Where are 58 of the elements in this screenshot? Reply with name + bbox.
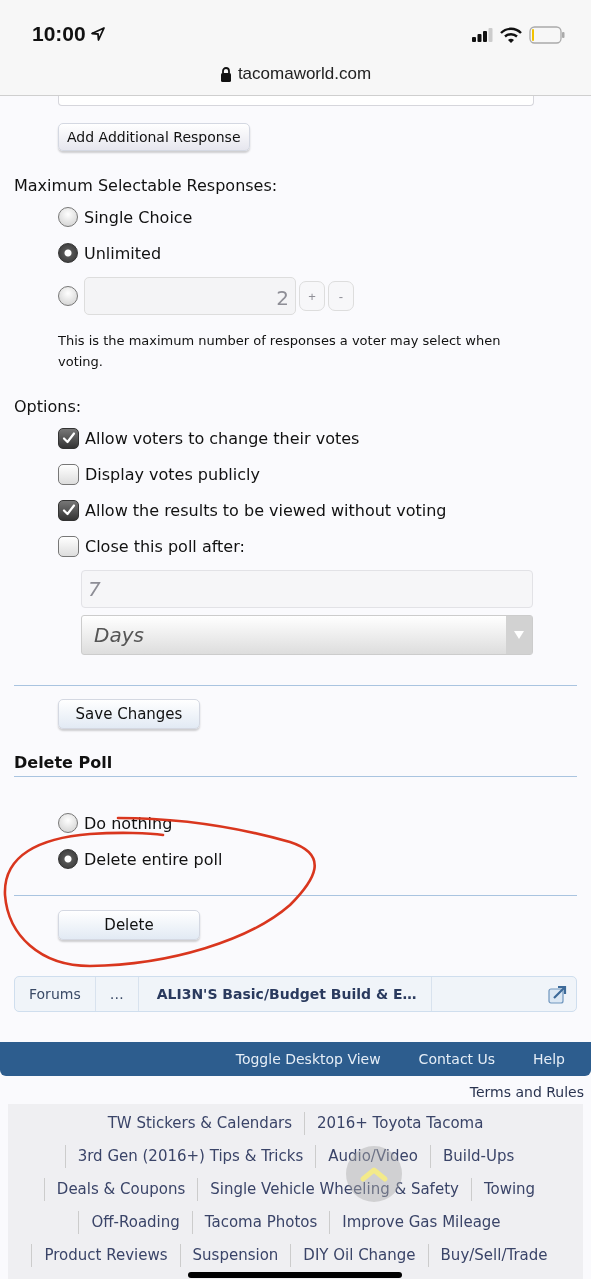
url-text[interactable]: tacomaworld.com	[237, 63, 372, 84]
radio-button[interactable]	[58, 849, 78, 869]
signal-icon	[471, 28, 493, 42]
footer-link[interactable]: DIY Oil Change	[290, 1244, 428, 1267]
footer-link[interactable]: Deals & Coupons	[43, 1178, 198, 1201]
clock-time: 10:00	[32, 22, 86, 46]
footer-link[interactable]: 3rd Gen (2016+) Tips & Tricks	[64, 1145, 316, 1168]
response-field[interactable]	[58, 96, 534, 106]
footer-link[interactable]: Build-Ups	[429, 1145, 527, 1168]
section-label: Options:	[14, 397, 82, 416]
checkbox[interactable]	[58, 535, 79, 557]
footer-link[interactable]: Toggle Desktop View	[235, 1051, 381, 1067]
footer-link[interactable]: Buy/Sell/Trade	[427, 1244, 560, 1267]
checkbox[interactable]	[58, 463, 79, 485]
footer-link[interactable]: Suspension	[179, 1244, 291, 1267]
chevron-up-icon	[359, 1165, 389, 1183]
breadcrumb-link[interactable]: ALI3N'S Basic/Budget Build & E…	[138, 977, 432, 1011]
option-label: Display votes publicly	[85, 464, 260, 484]
option-label: Single Choice	[84, 207, 193, 227]
option-label: Delete entire poll	[84, 849, 223, 869]
footer-link[interactable]: Towing	[470, 1178, 548, 1201]
footer-link[interactable]: Off-Roading	[78, 1211, 192, 1234]
footer-link[interactable]: Product Reviews	[31, 1244, 180, 1267]
dropdown-arrow-icon	[513, 630, 525, 640]
checkmark-icon	[60, 502, 77, 518]
footer-link[interactable]: Single Vehicle Wheeling & Safety	[197, 1178, 471, 1201]
delete-button[interactable]: Delete	[58, 910, 200, 940]
terms-link[interactable]: Terms and Rules	[469, 1084, 584, 1100]
section-label: Maximum Selectable Responses:	[14, 176, 278, 195]
save-button[interactable]: Save Changes	[58, 699, 200, 729]
option-label: Do nothing	[84, 813, 173, 833]
hint-text: This is the maximum number of responses a voter may select when voting.	[58, 332, 502, 371]
breadcrumb-link[interactable]: …	[95, 977, 139, 1011]
lock-icon	[219, 65, 232, 82]
footer-link[interactable]: Audio/Video	[315, 1145, 430, 1168]
option-label: Unlimited	[84, 243, 162, 263]
footer-link[interactable]: Improve Gas Mileage	[329, 1211, 513, 1234]
option-label: Allow voters to change their votes	[85, 428, 360, 448]
footer-link[interactable]: Help	[533, 1051, 565, 1067]
radio-button[interactable]	[58, 813, 78, 833]
breadcrumb-link[interactable]: Forums	[15, 977, 96, 1011]
battery-icon	[529, 26, 565, 44]
footer-link[interactable]: TW Stickers & Calendars	[95, 1112, 305, 1135]
add-response-button[interactable]: Add Additional Response	[58, 123, 250, 151]
footer-link[interactable]: 2016+ Toyota Tacoma	[304, 1112, 496, 1135]
external-link-icon	[548, 984, 568, 1004]
checkmark-icon	[60, 430, 77, 446]
location-arrow-icon	[89, 26, 106, 42]
option-label: Close this poll after:	[85, 536, 245, 556]
section-title: Delete Poll	[14, 753, 577, 777]
radio-button[interactable]	[58, 243, 78, 263]
checkbox[interactable]	[58, 499, 79, 521]
radio-button[interactable]	[58, 207, 78, 227]
wifi-icon	[500, 27, 522, 43]
checkbox[interactable]	[58, 427, 79, 449]
option-label: Allow the results to be viewed without voting	[85, 500, 447, 520]
footer-link[interactable]: Tacoma Photos	[191, 1211, 330, 1234]
footer-link[interactable]: Contact Us	[418, 1051, 496, 1067]
